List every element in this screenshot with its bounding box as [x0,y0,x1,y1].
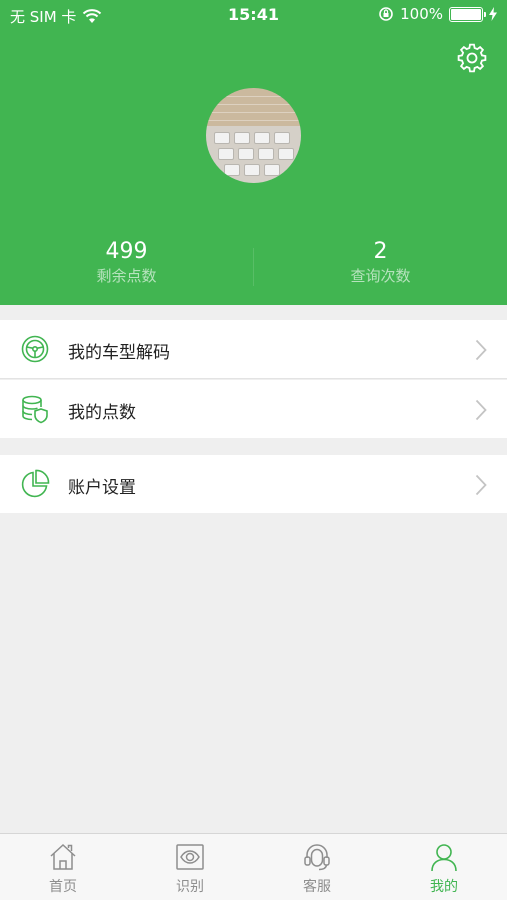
tab-mine[interactable]: 我的 [381,834,507,900]
avatar-photo-keyboard [214,132,296,176]
profile-header: 无 SIM 卡 15:41 100% 499 剩余点数 2 查询次数 [0,0,507,305]
tab-home[interactable]: 首页 [0,834,126,900]
chevron-right-icon [475,474,487,496]
tab-recognize[interactable]: 识别 [127,834,253,900]
orientation-lock-icon [379,7,393,21]
menu-item-label: 账户设置 [68,478,136,498]
stat-label: 查询次数 [350,267,411,285]
user-icon [431,844,457,872]
status-right: 100% [378,5,497,23]
menu-item-my-points[interactable]: 我的点数 [0,380,507,438]
stat-query-count[interactable]: 2 查询次数 [254,238,507,286]
profile-stats: 499 剩余点数 2 查询次数 [0,238,507,293]
menu-item-label: 我的车型解码 [68,343,170,363]
stat-value: 499 [105,239,148,264]
menu-item-car-decoding[interactable]: 我的车型解码 [0,320,507,378]
battery-icon [449,6,486,22]
headset-icon [304,844,330,871]
pie-chart-icon [21,469,50,498]
charging-icon [489,7,497,21]
tab-customer-service[interactable]: 客服 [254,834,380,900]
stat-label: 剩余点数 [96,267,157,285]
tab-label: 识别 [176,879,204,895]
status-bar: 无 SIM 卡 15:41 100% [0,0,507,30]
avatar[interactable] [206,88,301,183]
tab-label: 客服 [303,879,331,895]
menu-item-account-settings[interactable]: 账户设置 [0,455,507,513]
home-icon [50,843,76,870]
chevron-right-icon [475,399,487,421]
tab-label: 首页 [49,879,77,895]
chevron-right-icon [475,339,487,361]
menu-divider [0,378,507,379]
battery-percent: 100% [400,5,443,23]
settings-gear-icon[interactable] [457,43,487,73]
menu-item-label: 我的点数 [68,403,136,423]
eye-scan-icon [176,844,204,870]
stat-remaining-points[interactable]: 499 剩余点数 [0,238,253,286]
steering-wheel-icon [21,335,49,363]
tab-bar: 首页 识别 客服 我的 [0,833,507,900]
stat-value: 2 [373,239,388,264]
coins-shield-icon [22,395,48,424]
tab-label: 我的 [430,879,458,895]
